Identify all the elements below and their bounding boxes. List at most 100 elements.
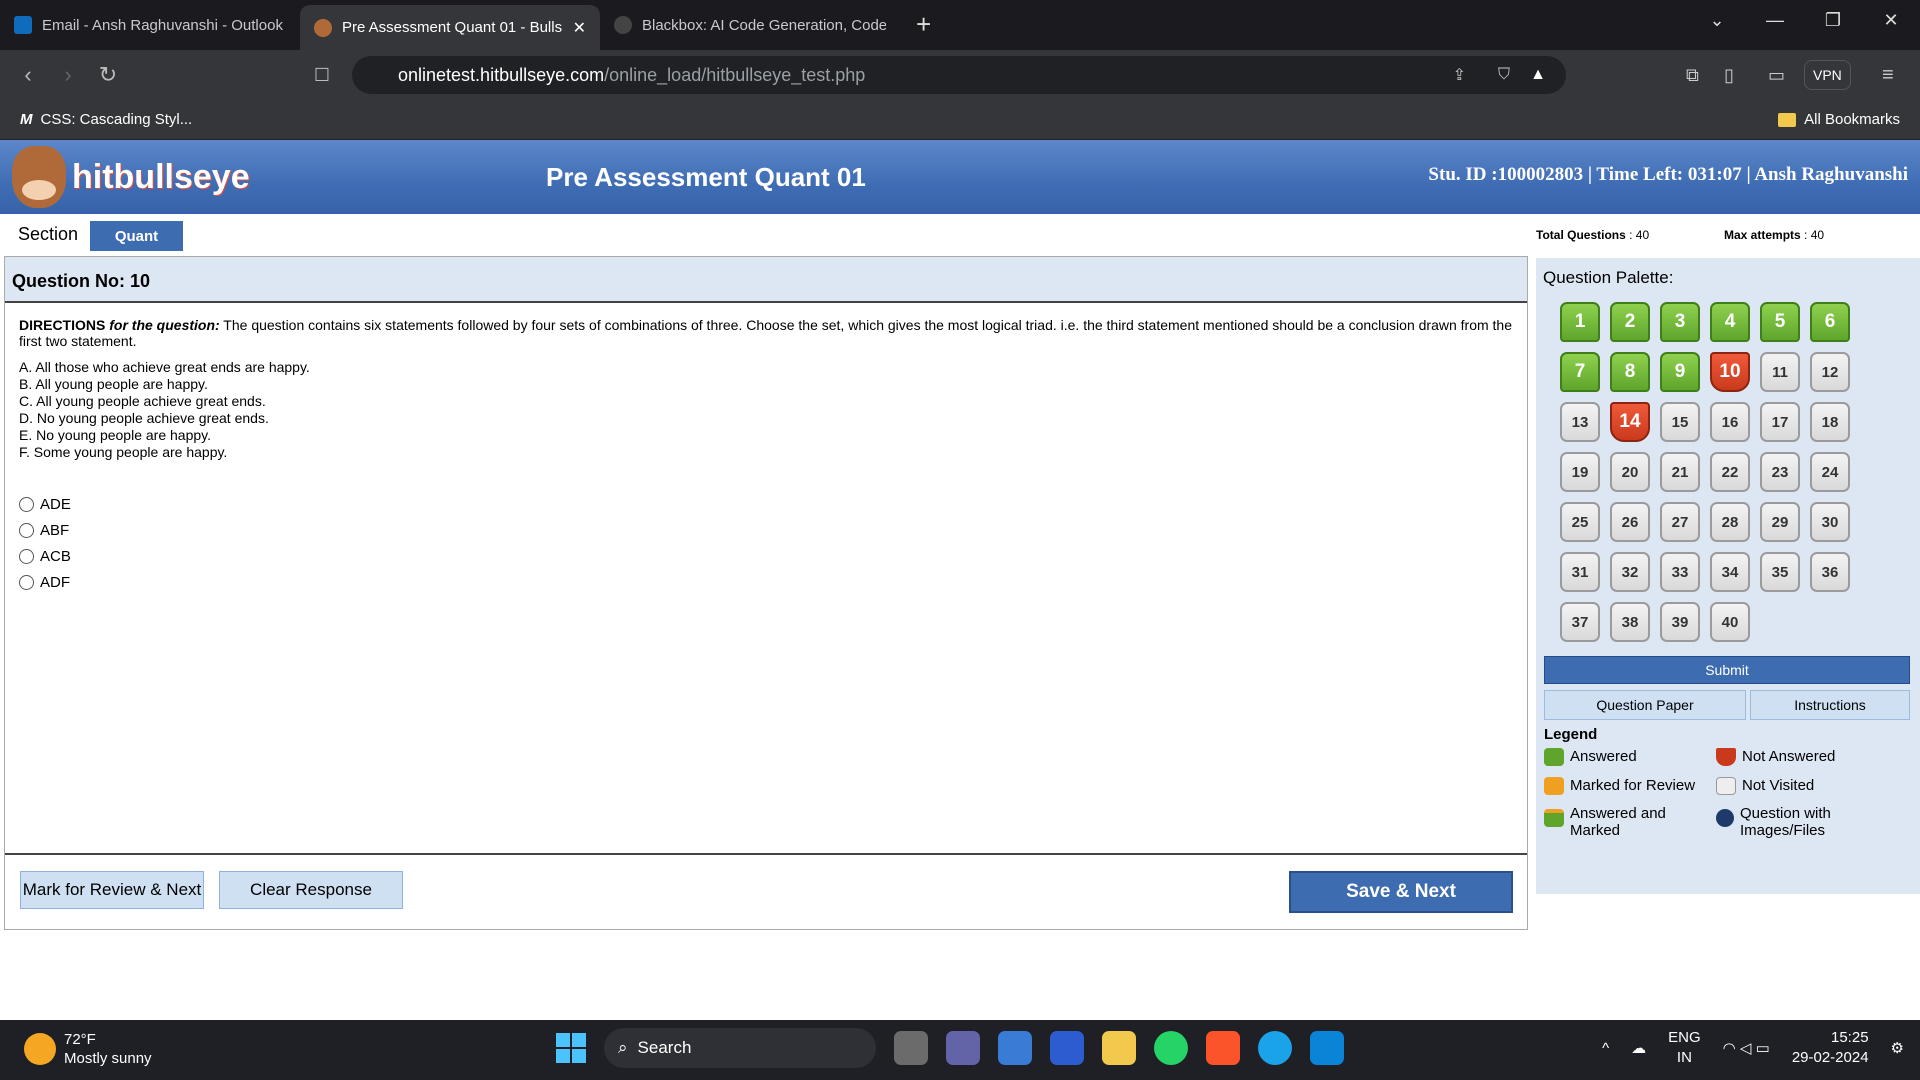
option-radio[interactable]: [19, 522, 34, 538]
legend-not-visited: Not Visited: [1716, 777, 1814, 795]
palette-question-button[interactable]: 27: [1660, 502, 1700, 542]
brave-rewards-icon[interactable]: ▲: [1530, 66, 1546, 84]
option-row[interactable]: ACB: [19, 543, 1513, 569]
clear-response-button[interactable]: Clear Response: [219, 871, 403, 909]
back-button[interactable]: ‹: [8, 62, 48, 88]
section-quant-button[interactable]: Quant: [90, 221, 183, 251]
palette-question-button[interactable]: 21: [1660, 452, 1700, 492]
palette-question-button[interactable]: 8: [1610, 352, 1650, 392]
palette-question-button[interactable]: 22: [1710, 452, 1750, 492]
brave-shield-icon[interactable]: ⛉: [1498, 66, 1510, 84]
palette-question-button[interactable]: 40: [1710, 602, 1750, 642]
teams-icon[interactable]: [946, 1031, 980, 1065]
minimize-button[interactable]: —: [1746, 0, 1804, 40]
task-view-icon[interactable]: [894, 1031, 928, 1065]
palette-question-button[interactable]: 20: [1610, 452, 1650, 492]
file-explorer-icon[interactable]: [1102, 1031, 1136, 1065]
palette-question-button[interactable]: 5: [1760, 302, 1800, 342]
option-radio[interactable]: [19, 496, 34, 512]
close-tab-icon[interactable]: ✕: [573, 18, 586, 38]
wallet-icon[interactable]: ▭: [1768, 65, 1785, 86]
palette-question-button[interactable]: 12: [1810, 352, 1850, 392]
palette-question-button[interactable]: 16: [1710, 402, 1750, 442]
brave-icon[interactable]: [1206, 1031, 1240, 1065]
option-row[interactable]: ABF: [19, 517, 1513, 543]
tab-search-icon[interactable]: ⌄: [1688, 0, 1746, 40]
bookmark-css[interactable]: CSS: Cascading Styl...: [41, 111, 193, 128]
submit-button[interactable]: Submit: [1544, 656, 1910, 684]
palette-question-button[interactable]: 18: [1810, 402, 1850, 442]
search-icon: ⌕: [618, 1038, 628, 1057]
tab-pre-assessment[interactable]: Pre Assessment Quant 01 - Bulls ✕: [300, 5, 600, 50]
palette-question-button[interactable]: 11: [1760, 352, 1800, 392]
store-icon[interactable]: [998, 1031, 1032, 1065]
tab-blackbox[interactable]: Blackbox: AI Code Generation, Code: [600, 5, 900, 45]
taskbar-search[interactable]: ⌕ Search: [604, 1028, 876, 1068]
palette-question-button[interactable]: 24: [1810, 452, 1850, 492]
vpn-button[interactable]: VPN: [1804, 60, 1851, 90]
palette-question-button[interactable]: 15: [1660, 402, 1700, 442]
wifi-volume-battery-icons[interactable]: ◠ ◁ ▭: [1723, 1039, 1770, 1057]
palette-question-button[interactable]: 34: [1710, 552, 1750, 592]
option-radio[interactable]: [19, 574, 34, 590]
edge-icon[interactable]: [1258, 1031, 1292, 1065]
all-bookmarks[interactable]: All Bookmarks: [1778, 111, 1900, 128]
palette-question-button[interactable]: 31: [1560, 552, 1600, 592]
forward-button[interactable]: ›: [48, 62, 88, 88]
instructions-button[interactable]: Instructions: [1750, 690, 1910, 720]
palette-question-button[interactable]: 9: [1660, 352, 1700, 392]
palette-question-button[interactable]: 3: [1660, 302, 1700, 342]
palette-question-button[interactable]: 25: [1560, 502, 1600, 542]
new-tab-button[interactable]: +: [916, 9, 931, 40]
palette-question-button[interactable]: 26: [1610, 502, 1650, 542]
save-next-button[interactable]: Save & Next: [1289, 871, 1513, 913]
option-row[interactable]: ADE: [19, 491, 1513, 517]
close-window-button[interactable]: ✕: [1862, 0, 1920, 40]
chevron-up-icon[interactable]: ^: [1602, 1040, 1609, 1057]
reload-button[interactable]: ↻: [88, 62, 128, 88]
palette-question-button[interactable]: 35: [1760, 552, 1800, 592]
palette-question-button[interactable]: 13: [1560, 402, 1600, 442]
tab-outlook[interactable]: Email - Ansh Raghuvanshi - Outlook: [0, 5, 300, 45]
palette-question-button[interactable]: 32: [1610, 552, 1650, 592]
whatsapp-icon[interactable]: [1154, 1031, 1188, 1065]
palette-question-button[interactable]: 7: [1560, 352, 1600, 392]
bookmark-icon[interactable]: ☐: [302, 65, 342, 86]
sidebar-icon[interactable]: ▯: [1724, 65, 1734, 86]
clock[interactable]: 15:25 29-02-2024: [1792, 1028, 1869, 1068]
palette-question-button[interactable]: 6: [1810, 302, 1850, 342]
settings-icon[interactable]: ⚙: [1891, 1039, 1904, 1057]
palette-question-button[interactable]: 2: [1610, 302, 1650, 342]
palette-question-button[interactable]: 37: [1560, 602, 1600, 642]
option-radio[interactable]: [19, 548, 34, 564]
palette-question-button[interactable]: 14: [1610, 402, 1650, 442]
weather-widget[interactable]: 72°F Mostly sunny: [24, 1030, 152, 1068]
palette-question-button[interactable]: 39: [1660, 602, 1700, 642]
palette-question-button[interactable]: 33: [1660, 552, 1700, 592]
language-indicator[interactable]: ENG IN: [1668, 1028, 1701, 1068]
restore-button[interactable]: ❐: [1804, 0, 1862, 40]
palette-question-button[interactable]: 23: [1760, 452, 1800, 492]
option-row[interactable]: ADF: [19, 569, 1513, 595]
mdn-app-icon[interactable]: [1050, 1031, 1084, 1065]
palette-question-button[interactable]: 29: [1760, 502, 1800, 542]
palette-question-button[interactable]: 17: [1760, 402, 1800, 442]
share-icon[interactable]: ⇪: [1453, 65, 1466, 85]
question-paper-button[interactable]: Question Paper: [1544, 690, 1746, 720]
mark-for-review-button[interactable]: Mark for Review & Next: [20, 871, 204, 909]
palette-question-button[interactable]: 36: [1810, 552, 1850, 592]
palette-question-button[interactable]: 30: [1810, 502, 1850, 542]
vscode-icon[interactable]: [1310, 1031, 1344, 1065]
palette-question-button[interactable]: 10: [1710, 352, 1750, 392]
menu-icon[interactable]: ≡: [1882, 64, 1894, 87]
palette-question-button[interactable]: 1: [1560, 302, 1600, 342]
windows-start-icon[interactable]: [556, 1033, 586, 1063]
palette-question-button[interactable]: 38: [1610, 602, 1650, 642]
not-answered-swatch: [1716, 748, 1736, 766]
palette-question-button[interactable]: 19: [1560, 452, 1600, 492]
url-field[interactable]: onlinetest.hitbullseye.com/online_load/h…: [352, 56, 1566, 94]
onedrive-icon[interactable]: ☁: [1631, 1039, 1646, 1057]
extensions-icon[interactable]: ⧉: [1686, 65, 1699, 86]
palette-question-button[interactable]: 28: [1710, 502, 1750, 542]
palette-question-button[interactable]: 4: [1710, 302, 1750, 342]
